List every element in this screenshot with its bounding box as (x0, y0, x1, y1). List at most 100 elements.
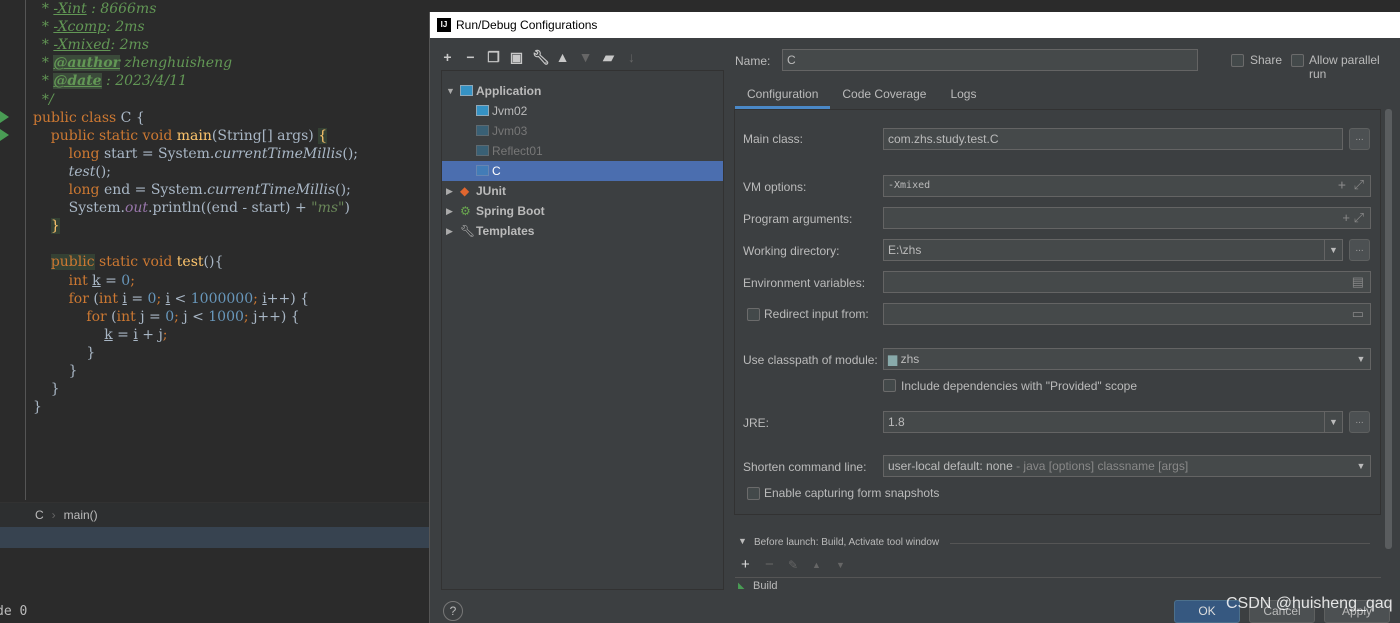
console-output: de 0 (0, 604, 28, 619)
browse-working-dir-button[interactable]: ... (1349, 239, 1370, 261)
code-line[interactable]: System.out.println((end - start) + "ms") (33, 199, 350, 217)
browse-jre-button[interactable]: ... (1349, 411, 1370, 433)
code-line[interactable]: k = i + j; (33, 326, 168, 344)
code-line[interactable]: * -Xint : 8666ms (33, 0, 157, 18)
browse-main-class-button[interactable]: ... (1349, 128, 1370, 150)
run-class-icon[interactable] (0, 111, 9, 123)
document-icon[interactable]: ▤ (1352, 272, 1364, 292)
chevron-down-icon[interactable]: ▼ (1324, 412, 1342, 432)
move-up-icon[interactable]: ▲ (812, 560, 821, 570)
remove-task-icon[interactable]: − (765, 556, 774, 573)
shorten-select[interactable]: user-local default: none - java [options… (883, 455, 1371, 477)
tree-item-label: Reflect01 (492, 144, 543, 158)
tree-item[interactable]: ▶ 🔧︎ Templates (442, 221, 723, 241)
dialog-titlebar[interactable]: IJ Run/Debug Configurations (430, 12, 1400, 38)
redirect-checkbox[interactable] (747, 308, 760, 321)
working-dir-input[interactable]: E:\zhs ▼ (883, 239, 1343, 261)
chevron-right-icon[interactable]: ▶ (446, 181, 453, 201)
run-main-icon[interactable] (0, 129, 9, 141)
move-up-icon[interactable]: ▲ (555, 49, 570, 65)
chevron-right-icon[interactable]: ▶ (446, 221, 453, 241)
code-token: < (170, 290, 191, 307)
chevron-down-icon[interactable]: ▼ (446, 81, 455, 101)
code-line[interactable]: } (33, 380, 60, 398)
code-line[interactable]: for (int i = 0; i < 1000000; i++) { (33, 290, 309, 308)
tab-logs[interactable]: Logs (938, 82, 988, 109)
before-launch-list[interactable]: ◣ Build (735, 577, 1381, 589)
code-editor[interactable]: * -Xint : 8666ms * -Xcomp: 2ms * -Xmixed… (0, 0, 429, 623)
chevron-right-icon: › (51, 508, 56, 522)
code-line[interactable]: long end = System.currentTimeMillis(); (33, 181, 351, 199)
main-class-input[interactable]: com.zhs.study.test.C (883, 128, 1343, 150)
code-token: * (33, 73, 54, 90)
env-vars-input[interactable]: ▤ (883, 271, 1371, 293)
code-line[interactable]: int k = 0; (33, 272, 135, 290)
include-deps-checkbox[interactable] (883, 379, 896, 392)
chevron-down-icon[interactable]: ▼ (1324, 240, 1342, 260)
vm-options-value: -Xmixed (888, 180, 931, 191)
add-task-icon[interactable]: + (741, 556, 750, 573)
before-launch-item[interactable]: Build (753, 580, 777, 589)
share-checkbox[interactable] (1231, 54, 1244, 67)
code-line[interactable]: public static void test(){ (33, 253, 223, 271)
code-line[interactable]: } (33, 217, 60, 235)
scrollbar[interactable] (1385, 109, 1392, 549)
config-tree[interactable]: ▼ Application Jvm02 Jvm03 Reflect01 C ▶ ◆ JUnit ▶… (441, 70, 724, 590)
save-icon[interactable]: ▣ (509, 49, 524, 65)
vm-options-input[interactable]: -Xmixed + ⤢ (883, 175, 1371, 197)
chevron-right-icon[interactable]: ▶ (446, 201, 453, 221)
code-line[interactable]: * -Xcomp: 2ms (33, 18, 145, 36)
code-token: ) (344, 200, 350, 217)
code-line[interactable]: */ (33, 91, 54, 109)
tree-item[interactable]: ▶ ⚙ Spring Boot (442, 201, 723, 221)
move-down-icon[interactable]: ▼ (836, 560, 845, 570)
tree-item[interactable]: ▶ ◆ JUnit (442, 181, 723, 201)
code-token: ; (162, 326, 168, 343)
chevron-down-icon[interactable]: ▼ (1352, 349, 1370, 369)
expand-icon[interactable]: + ⤢ (1338, 176, 1364, 196)
redirect-input[interactable]: ▭ (883, 303, 1371, 325)
tab-configuration[interactable]: Configuration (735, 82, 831, 109)
sort-icon[interactable]: ↓ (624, 49, 639, 65)
chevron-down-icon[interactable]: ▼ (1352, 456, 1370, 476)
folder-add-icon[interactable]: ▰ (601, 49, 616, 65)
expand-icon[interactable]: + ⤢ (1342, 208, 1364, 228)
help-button[interactable]: ? (443, 601, 463, 621)
folder-icon[interactable]: ▭ (1352, 304, 1364, 324)
classpath-select[interactable]: ▆ zhs ▼ (883, 348, 1371, 370)
code-line[interactable]: for (int j = 0; j < 1000; j++) { (33, 308, 299, 326)
allow-parallel-checkbox[interactable] (1291, 54, 1304, 67)
move-down-icon[interactable]: ▼ (578, 49, 593, 65)
tree-item[interactable]: ▼ Application (442, 81, 723, 101)
collapse-arrow-icon[interactable]: ▼ (738, 536, 747, 546)
remove-icon[interactable]: − (463, 49, 478, 65)
name-input[interactable]: C (782, 49, 1198, 71)
edit-task-icon[interactable]: ✎ (788, 558, 798, 572)
tree-item[interactable]: Jvm02 (442, 101, 723, 121)
tree-item[interactable]: C (442, 161, 723, 181)
code-line[interactable]: public static void main(String[] args) { (33, 127, 328, 145)
tree-item[interactable]: Reflect01 (442, 141, 723, 161)
breadcrumb-class[interactable]: C (35, 508, 44, 522)
program-args-label: Program arguments: (743, 212, 853, 226)
code-token: k (104, 326, 113, 343)
code-line[interactable]: test(); (33, 163, 111, 181)
tab-code-coverage[interactable]: Code Coverage (830, 82, 938, 109)
code-line[interactable]: } (33, 398, 42, 416)
code-line[interactable]: long start = System.currentTimeMillis(); (33, 145, 358, 163)
code-line[interactable]: * @author zhenghuisheng (33, 54, 232, 72)
code-line[interactable]: * -Xmixed: 2ms (33, 36, 149, 54)
program-args-input[interactable]: + ⤢ (883, 207, 1371, 229)
code-line[interactable]: public class C { (33, 109, 145, 127)
code-line[interactable]: * @date : 2023/4/11 (33, 72, 187, 90)
code-line[interactable]: } (33, 362, 78, 380)
jre-select[interactable]: 1.8 ▼ (883, 411, 1343, 433)
copy-icon[interactable]: ❐ (486, 49, 501, 65)
code-line[interactable]: } (33, 344, 95, 362)
snapshots-checkbox[interactable] (747, 487, 760, 500)
add-icon[interactable]: + (440, 49, 455, 65)
breadcrumb-method[interactable]: main() (64, 508, 98, 522)
tree-item[interactable]: Jvm03 (442, 121, 723, 141)
wrench-icon[interactable]: 🔧︎ (532, 49, 550, 65)
